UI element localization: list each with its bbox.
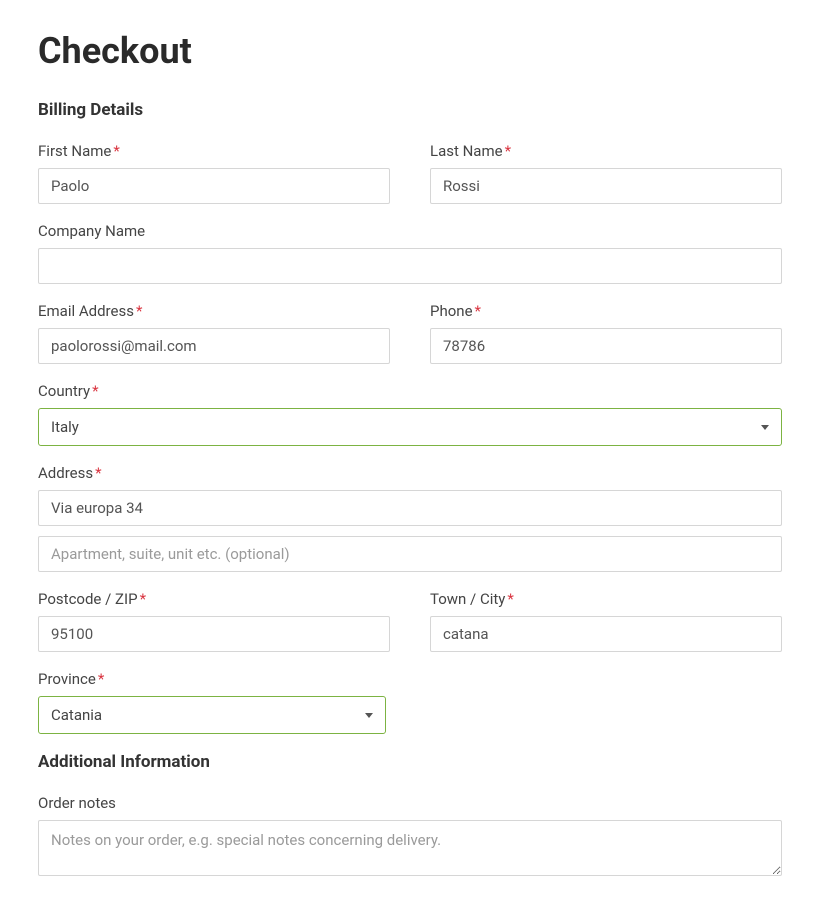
company-label: Company Name: [38, 222, 782, 240]
postcode-field-wrap: Postcode / ZIP*: [38, 590, 390, 652]
required-star: *: [507, 590, 513, 608]
order-notes-field-wrap: Order notes: [38, 794, 782, 876]
postcode-input[interactable]: [38, 616, 390, 652]
company-field-wrap: Company Name: [38, 222, 782, 284]
first-name-label: First Name*: [38, 142, 390, 160]
phone-label: Phone*: [430, 302, 782, 320]
additional-section-title: Additional Information: [38, 752, 782, 772]
address-line1-input[interactable]: [38, 490, 782, 526]
required-star: *: [140, 590, 146, 608]
city-field-wrap: Town / City*: [430, 590, 782, 652]
company-input[interactable]: [38, 248, 782, 284]
required-star: *: [136, 302, 142, 320]
province-label: Province*: [38, 670, 386, 688]
last-name-field-wrap: Last Name*: [430, 142, 782, 204]
chevron-down-icon: [761, 425, 769, 430]
required-star: *: [475, 302, 481, 320]
email-field-wrap: Email Address*: [38, 302, 390, 364]
required-star: *: [505, 142, 511, 160]
page-title: Checkout: [38, 30, 782, 72]
email-input[interactable]: [38, 328, 390, 364]
required-star: *: [98, 670, 104, 688]
required-star: *: [92, 382, 98, 400]
last-name-label: Last Name*: [430, 142, 782, 160]
city-label: Town / City*: [430, 590, 782, 608]
phone-field-wrap: Phone*: [430, 302, 782, 364]
province-select[interactable]: Catania: [38, 696, 386, 734]
country-field-wrap: Country* Italy: [38, 382, 782, 446]
last-name-input[interactable]: [430, 168, 782, 204]
order-notes-textarea[interactable]: [38, 820, 782, 876]
country-select-value: Italy: [51, 418, 761, 436]
province-select-value: Catania: [51, 706, 365, 724]
postcode-label: Postcode / ZIP*: [38, 590, 390, 608]
address-label: Address*: [38, 464, 782, 482]
phone-input[interactable]: [430, 328, 782, 364]
country-select[interactable]: Italy: [38, 408, 782, 446]
billing-section-title: Billing Details: [38, 100, 782, 120]
required-star: *: [113, 142, 119, 160]
order-notes-label: Order notes: [38, 794, 782, 812]
first-name-input[interactable]: [38, 168, 390, 204]
address-field-wrap: Address*: [38, 464, 782, 572]
email-label: Email Address*: [38, 302, 390, 320]
province-field-wrap: Province* Catania: [38, 670, 386, 734]
address-line2-input[interactable]: [38, 536, 782, 572]
chevron-down-icon: [365, 713, 373, 718]
country-label: Country*: [38, 382, 782, 400]
city-input[interactable]: [430, 616, 782, 652]
required-star: *: [95, 464, 101, 482]
first-name-field-wrap: First Name*: [38, 142, 390, 204]
